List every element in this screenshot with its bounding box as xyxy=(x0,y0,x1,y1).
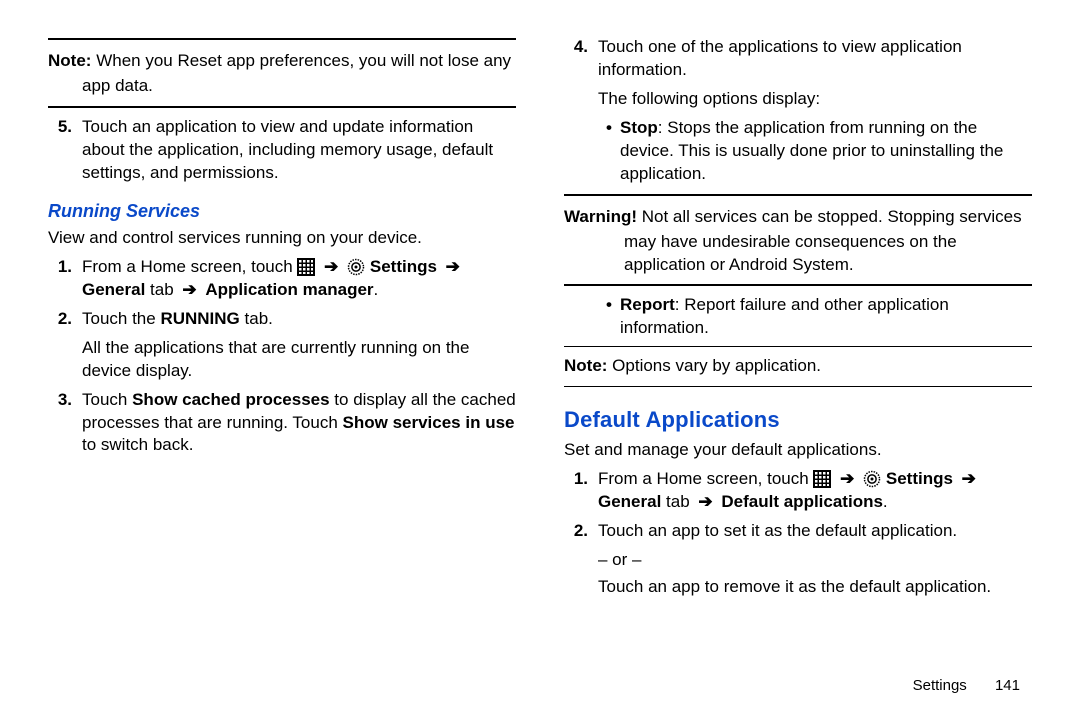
text: tab. xyxy=(240,309,273,328)
step-4-cont: The following options display: xyxy=(564,88,1032,111)
settings-label: Settings xyxy=(886,469,953,488)
note-label: Note: xyxy=(48,51,91,70)
steps-list: 5. Touch an application to view and upda… xyxy=(48,116,516,185)
step-text: From a Home screen, touch ➔ Settings ➔ G… xyxy=(598,468,1032,514)
step-text: Touch the RUNNING tab. xyxy=(82,308,516,331)
steps-list-right: 4. Touch one of the applications to view… xyxy=(564,36,1032,82)
warning-text: Not all services can be stopped. Stoppin… xyxy=(637,207,1022,226)
text: : Stops the application from running on … xyxy=(620,118,1003,183)
step-5: 5. Touch an application to view and upda… xyxy=(48,116,516,185)
warning-label: Warning! xyxy=(564,207,637,226)
note-reset-prefs: Note: When you Reset app preferences, yo… xyxy=(48,48,516,75)
step-number: 5. xyxy=(48,116,82,185)
divider xyxy=(564,194,1032,196)
apps-grid-icon xyxy=(297,258,315,276)
option-stop: • Stop: Stops the application from runni… xyxy=(598,117,1032,186)
warning-block: Warning! Not all services can be stopped… xyxy=(564,204,1032,231)
subheading-running-services: Running Services xyxy=(48,199,516,223)
options-list-2: • Report: Report failure and other appli… xyxy=(564,294,1032,340)
default-intro: Set and manage your default applications… xyxy=(564,439,1032,462)
app-manager-label: Application manager xyxy=(205,280,373,299)
arrow-icon: ➔ xyxy=(694,492,716,511)
text: tab xyxy=(150,280,178,299)
default-step-1: 1. From a Home screen, touch ➔ Settings … xyxy=(564,468,1032,514)
running-tab-label: RUNNING xyxy=(160,309,239,328)
step-4: 4. Touch one of the applications to view… xyxy=(564,36,1032,82)
footer-section: Settings xyxy=(913,677,967,694)
option-text: Stop: Stops the application from running… xyxy=(620,117,1032,186)
note-label: Note: xyxy=(564,356,607,375)
period: . xyxy=(883,492,888,511)
apps-grid-icon xyxy=(813,470,831,488)
step-text: From a Home screen, touch ➔ Settings ➔ G… xyxy=(82,256,516,302)
arrow-icon: ➔ xyxy=(442,257,464,276)
step-text: Touch an app to set it as the default ap… xyxy=(598,520,1032,543)
text: Touch the xyxy=(82,309,160,328)
default-step-2: 2. Touch an app to set it as the default… xyxy=(564,520,1032,543)
manual-page: Note: When you Reset app preferences, yo… xyxy=(0,0,1080,720)
arrow-icon: ➔ xyxy=(178,280,200,299)
arrow-icon: ➔ xyxy=(320,257,342,276)
running-step-3: 3. Touch Show cached processes to displa… xyxy=(48,389,516,458)
step-number: 1. xyxy=(48,256,82,302)
running-steps: 1. From a Home screen, touch ➔ Settings … xyxy=(48,256,516,331)
settings-label: Settings xyxy=(370,257,437,276)
divider-thin xyxy=(564,386,1032,387)
show-services-label: Show services in use xyxy=(343,413,515,432)
settings-gear-icon xyxy=(347,258,365,276)
note-body: Options vary by application. xyxy=(607,356,821,375)
text: From a Home screen, touch xyxy=(598,469,813,488)
step-number: 3. xyxy=(48,389,82,458)
text: From a Home screen, touch xyxy=(82,257,297,276)
general-tab-label: General xyxy=(598,492,661,511)
text: to switch back. xyxy=(82,435,194,454)
step-2-cont: All the applications that are currently … xyxy=(48,337,516,383)
text: tab xyxy=(666,492,694,511)
show-cached-label: Show cached processes xyxy=(132,390,329,409)
page-footer: Settings 141 xyxy=(913,676,1020,696)
default-steps: 1. From a Home screen, touch ➔ Settings … xyxy=(564,468,1032,543)
default-apps-label: Default applications xyxy=(721,492,883,511)
note-options-vary: Note: Options vary by application. xyxy=(564,353,1032,380)
step-number: 2. xyxy=(48,308,82,331)
text: Touch xyxy=(82,390,132,409)
arrow-icon: ➔ xyxy=(958,469,980,488)
arrow-icon: ➔ xyxy=(836,469,858,488)
step-2-alt: Touch an app to remove it as the default… xyxy=(564,576,1032,599)
right-column: 4. Touch one of the applications to view… xyxy=(540,30,1032,690)
option-report: • Report: Report failure and other appli… xyxy=(598,294,1032,340)
divider xyxy=(48,106,516,108)
step-number: 4. xyxy=(564,36,598,82)
heading-default-applications: Default Applications xyxy=(564,405,1032,435)
running-step-1: 1. From a Home screen, touch ➔ Settings … xyxy=(48,256,516,302)
step-text: Touch an application to view and update … xyxy=(82,116,516,185)
or-separator: – or – xyxy=(564,549,1032,572)
warning-cont: application or Android System. xyxy=(564,254,1032,277)
note-body-cont: app data. xyxy=(48,75,516,98)
step-number: 2. xyxy=(564,520,598,543)
step-number: 1. xyxy=(564,468,598,514)
running-steps-cont: 3. Touch Show cached processes to displa… xyxy=(48,389,516,458)
general-tab-label: General xyxy=(82,280,145,299)
running-step-2: 2. Touch the RUNNING tab. xyxy=(48,308,516,331)
divider xyxy=(48,38,516,40)
warning-cont: may have undesirable consequences on the xyxy=(564,231,1032,254)
option-text: Report: Report failure and other applica… xyxy=(620,294,1032,340)
running-intro: View and control services running on you… xyxy=(48,227,516,250)
left-column: Note: When you Reset app preferences, yo… xyxy=(48,30,540,690)
bullet-icon: • xyxy=(598,294,620,340)
divider-thin xyxy=(564,346,1032,347)
bullet-icon: • xyxy=(598,117,620,186)
step-text: Touch one of the applications to view ap… xyxy=(598,36,1032,82)
footer-page-number: 141 xyxy=(995,677,1020,694)
period: . xyxy=(374,280,379,299)
note-body: When you Reset app preferences, you will… xyxy=(96,51,511,70)
settings-gear-icon xyxy=(863,470,881,488)
step-text: Touch Show cached processes to display a… xyxy=(82,389,516,458)
options-list: • Stop: Stops the application from runni… xyxy=(564,117,1032,186)
stop-label: Stop xyxy=(620,118,658,137)
report-label: Report xyxy=(620,295,675,314)
divider xyxy=(564,284,1032,286)
